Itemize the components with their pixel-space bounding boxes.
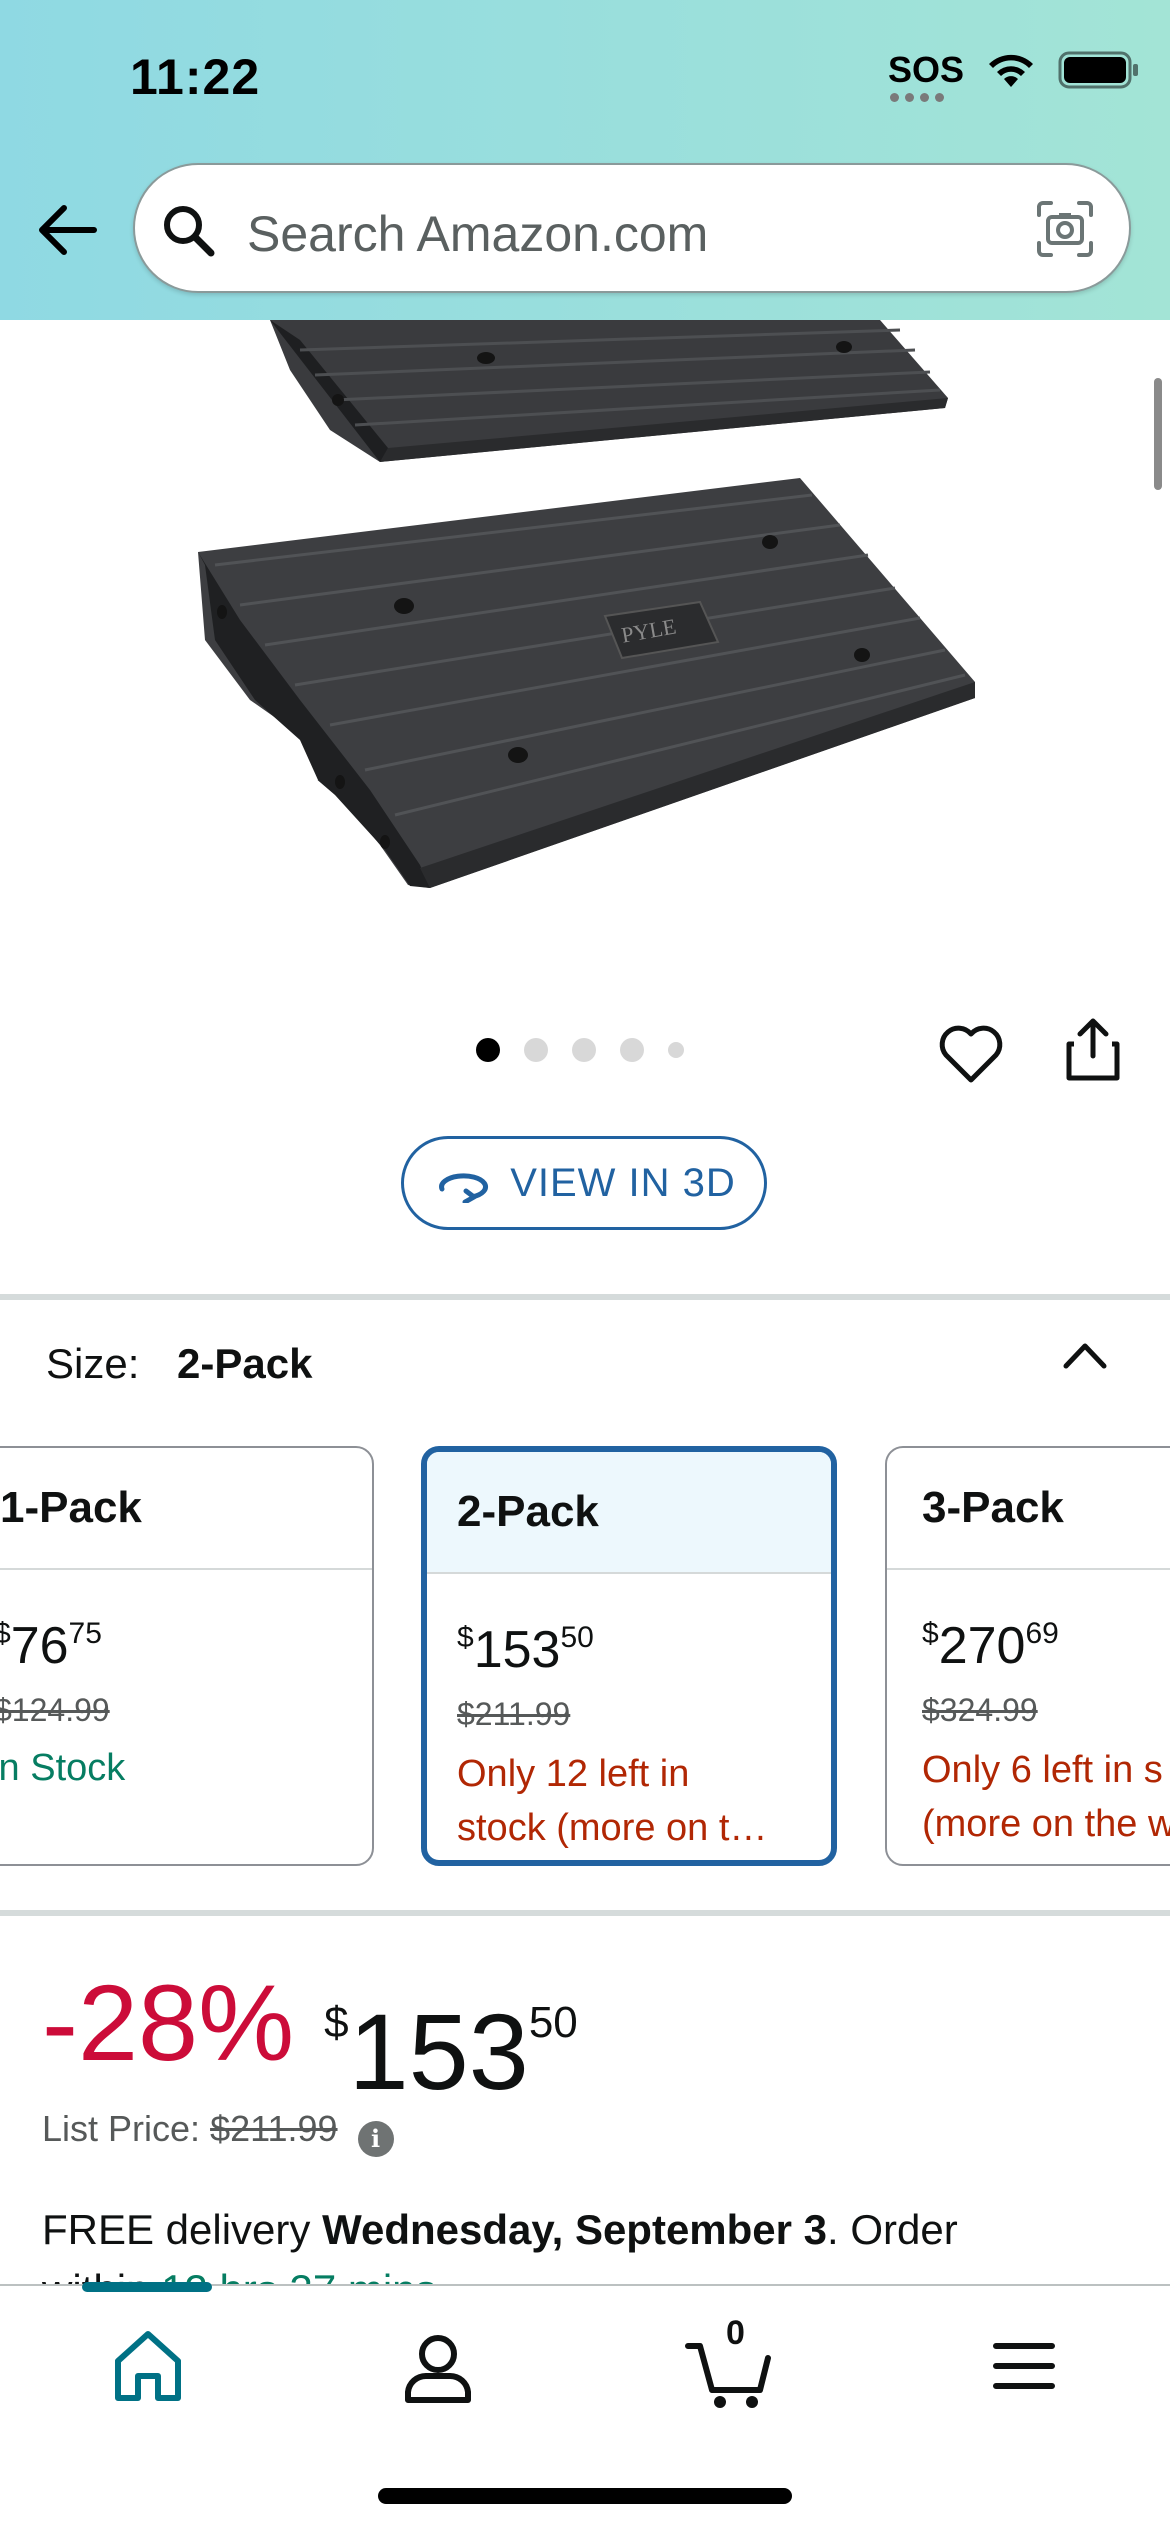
cart-button[interactable]: 0	[682, 2314, 782, 2416]
back-arrow-icon[interactable]	[32, 200, 102, 260]
pack-was-price: $324.99	[922, 1692, 1038, 1728]
pager-dot[interactable]	[572, 1038, 596, 1062]
home-indicator[interactable]	[378, 2488, 792, 2504]
product-image[interactable]: PYLE	[0, 320, 1170, 1020]
size-option-3-pack[interactable]: 3-Pack $27069 $324.99 Only 6 left in s (m…	[885, 1446, 1170, 1866]
size-label: Size:	[46, 1340, 140, 1387]
pack-name: 3-Pack	[887, 1448, 1170, 1570]
divider	[0, 1294, 1170, 1300]
heart-icon[interactable]	[936, 1020, 1006, 1090]
size-option-1-pack[interactable]: 1-Pack $7675 $124.99 In Stock	[0, 1446, 374, 1866]
pager-dot[interactable]	[524, 1038, 548, 1062]
size-option-2-pack[interactable]: 2-Pack $15350 $211.99 Only 12 left in sto…	[421, 1446, 837, 1866]
pack-was-price: $211.99	[457, 1696, 571, 1732]
search-input[interactable]: Search Amazon.com	[133, 163, 1131, 293]
scroll-indicator[interactable]	[1154, 378, 1162, 490]
list-price-label: List Price:	[42, 2108, 201, 2149]
pack-name: 2-Pack	[427, 1452, 831, 1574]
share-icon[interactable]	[1064, 1016, 1122, 1082]
info-icon[interactable]: i	[357, 2121, 394, 2157]
pack-stock-status: Only 12 left in stock (more on t…	[457, 1753, 768, 1849]
pack-was-price: $124.99	[0, 1692, 110, 1728]
deal-price: $15350	[324, 1991, 578, 2112]
pager-dot-active[interactable]	[476, 1038, 500, 1062]
discount-percent: -28%	[42, 1962, 295, 2083]
list-price-value: $211.99	[210, 2108, 338, 2149]
view-in-3d-label: VIEW IN 3D	[510, 1160, 736, 1205]
delivery-date: Wednesday, September 3	[322, 2206, 828, 2253]
pager-dot[interactable]	[668, 1042, 684, 1058]
cart-count: 0	[726, 2314, 745, 2352]
size-selected-value: 2-Pack	[177, 1340, 313, 1387]
pack-stock-status: Only 6 left in s (more on the w	[922, 1749, 1170, 1845]
list-price: List Price: $211.99 i	[42, 2108, 394, 2157]
pack-price: $15350	[457, 1621, 594, 1679]
account-icon[interactable]	[388, 2316, 488, 2416]
search-icon	[164, 206, 215, 257]
pack-price: $7675	[0, 1617, 102, 1675]
pack-price: $27069	[922, 1617, 1059, 1675]
nav-active-indicator	[82, 2282, 212, 2292]
battery-icon	[1058, 51, 1138, 89]
product-page: 11:22 SOS Search Amazon.com PYLE VIEW IN…	[0, 0, 1170, 2532]
search-placeholder: Search Amazon.com	[247, 206, 709, 262]
size-selector-header[interactable]: Size: 2-Pack	[46, 1340, 312, 1388]
divider	[0, 1910, 1170, 1916]
camera-search-icon[interactable]	[1035, 199, 1095, 259]
pack-name: 1-Pack	[0, 1448, 372, 1570]
rotate-3d-icon	[439, 1173, 489, 1203]
image-pager[interactable]	[476, 1038, 684, 1062]
sos-label: SOS	[887, 49, 964, 90]
pack-stock-status: In Stock	[0, 1747, 126, 1789]
home-icon[interactable]	[98, 2316, 198, 2416]
view-in-3d-button[interactable]: VIEW IN 3D	[401, 1136, 767, 1230]
status-time: 11:22	[130, 49, 261, 105]
wifi-icon	[989, 54, 1033, 87]
menu-icon[interactable]	[974, 2316, 1074, 2416]
chevron-up-icon[interactable]	[1062, 1340, 1108, 1370]
pager-dot[interactable]	[620, 1038, 644, 1062]
status-icons: SOS	[887, 49, 1140, 102]
sos-indicator: SOS	[887, 49, 964, 102]
deal-price-row: -28% $15350	[42, 1968, 578, 2107]
header: 11:22 SOS Search Amazon.com	[0, 0, 1170, 320]
